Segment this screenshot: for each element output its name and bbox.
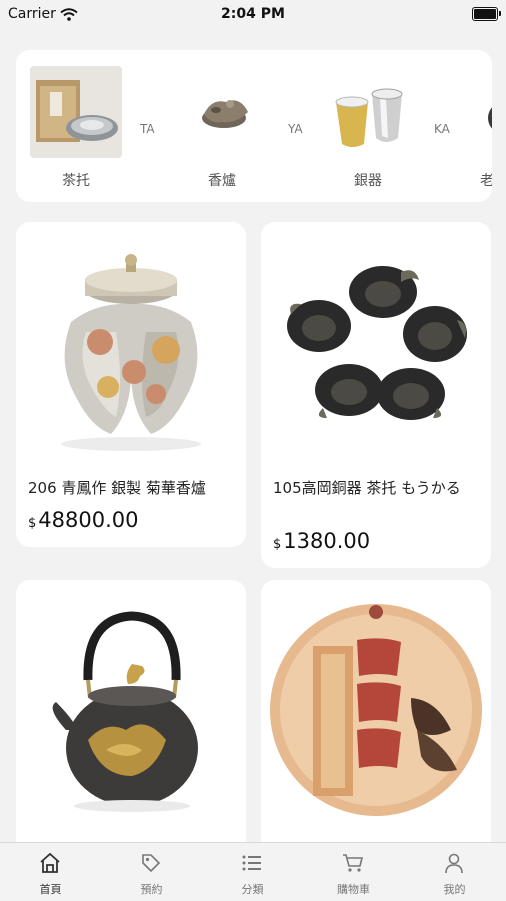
list-icon xyxy=(242,855,261,871)
category-item-silverware[interactable]: 銀器 xyxy=(322,66,414,196)
tab-label: 購物車 xyxy=(337,883,370,896)
category-code: TA xyxy=(140,122,155,136)
product-card[interactable]: 206 青鳳作 銀製 菊華香爐 $48800.00 xyxy=(16,222,246,547)
tab-booking[interactable]: 預約 xyxy=(101,843,202,901)
tab-label: 分類 xyxy=(241,883,264,896)
product-image xyxy=(16,222,246,467)
price-value: 48800.00 xyxy=(38,508,139,532)
currency-symbol: $ xyxy=(273,537,282,552)
product-name: 105高岡銅器 茶托 もうかる xyxy=(273,479,461,497)
category-carousel[interactable]: 茶托 TA 香爐 YA 銀器 KA 老 xyxy=(16,50,492,202)
product-image xyxy=(261,580,491,825)
teapot-category-image xyxy=(474,66,492,158)
saucer-category-image xyxy=(30,66,122,158)
home-icon xyxy=(40,852,60,873)
bottom-tab-bar: 首頁 預約 分類 購物車 我的 xyxy=(0,842,506,901)
category-label: 銀器 xyxy=(354,173,382,189)
tag-icon xyxy=(142,854,161,873)
battery-icon xyxy=(472,7,501,21)
price-value: 1380.00 xyxy=(283,529,371,553)
tab-label: 我的 xyxy=(443,883,466,896)
incense-category-image xyxy=(176,66,268,158)
category-item-saucer[interactable]: 茶托 xyxy=(30,66,122,196)
category-item-incense[interactable]: 香爐 xyxy=(176,66,268,196)
tab-label: 預約 xyxy=(140,883,163,896)
category-label: 老 xyxy=(480,173,492,189)
product-image xyxy=(16,580,246,825)
product-name: 206 青鳳作 銀製 菊華香爐 xyxy=(28,479,206,497)
tab-home[interactable]: 首頁 xyxy=(0,843,101,901)
category-code: KA xyxy=(434,122,450,136)
currency-symbol: $ xyxy=(28,516,37,531)
status-bar: Carrier 2:04 PM xyxy=(0,0,506,30)
category-item-old[interactable]: 老 xyxy=(474,66,492,196)
product-image xyxy=(261,222,491,467)
header-band xyxy=(0,30,506,50)
tab-profile[interactable]: 我的 xyxy=(404,843,505,901)
cart-icon xyxy=(343,854,364,872)
silverware-category-image xyxy=(322,66,414,158)
product-price: $48800.00 xyxy=(28,508,138,532)
product-card[interactable]: 105高岡銅器 茶托 もうかる $1380.00 xyxy=(261,222,491,568)
category-label: 香爐 xyxy=(208,173,236,189)
tab-cart[interactable]: 購物車 xyxy=(303,843,404,901)
tab-categories[interactable]: 分類 xyxy=(202,843,303,901)
product-price: $1380.00 xyxy=(273,529,370,553)
person-icon xyxy=(445,853,463,874)
category-code: YA xyxy=(288,122,303,136)
tab-label: 首頁 xyxy=(39,883,62,896)
category-label: 茶托 xyxy=(62,173,90,189)
clock: 2:04 PM xyxy=(221,6,285,22)
